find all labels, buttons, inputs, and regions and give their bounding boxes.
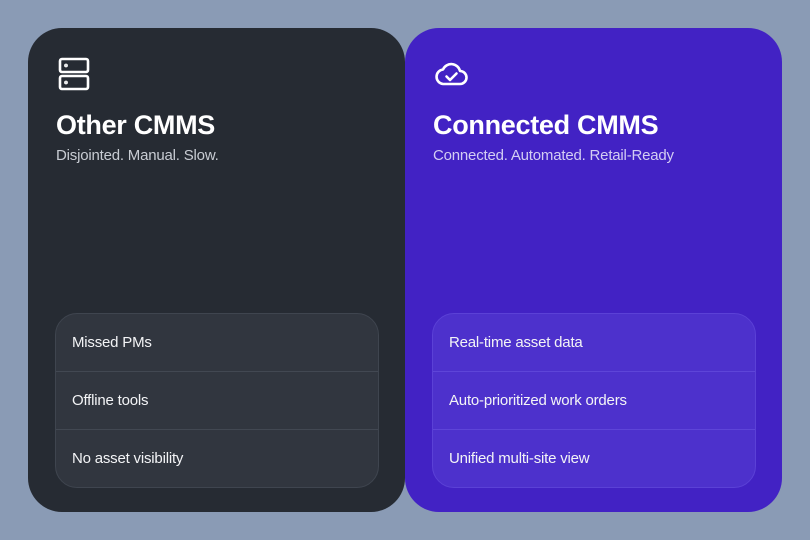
list-item: Real-time asset data: [449, 334, 583, 351]
list-item: Unified multi-site view: [433, 429, 755, 487]
list-item: Missed PMs: [72, 334, 152, 351]
list-item: No asset visibility: [56, 429, 378, 487]
feature-list: Real-time asset data Auto-prioritized wo…: [432, 313, 756, 488]
card-subtitle: Connected. Automated. Retail-Ready: [433, 147, 674, 164]
connected-cmms-card: Connected CMMS Connected. Automated. Ret…: [405, 28, 782, 512]
feature-list: Missed PMs Offline tools No asset visibi…: [55, 313, 379, 488]
cloud-check-icon: [435, 62, 468, 86]
server-icon: [58, 57, 90, 91]
list-item: Offline tools: [56, 371, 378, 429]
card-title: Other CMMS: [56, 110, 216, 140]
card-subtitle: Disjointed. Manual. Slow.: [56, 147, 219, 164]
other-cmms-card: Other CMMS Disjointed. Manual. Slow. Mis…: [28, 28, 405, 512]
list-item: Auto-prioritized work orders: [433, 371, 755, 429]
card-title: Connected CMMS: [433, 110, 659, 140]
